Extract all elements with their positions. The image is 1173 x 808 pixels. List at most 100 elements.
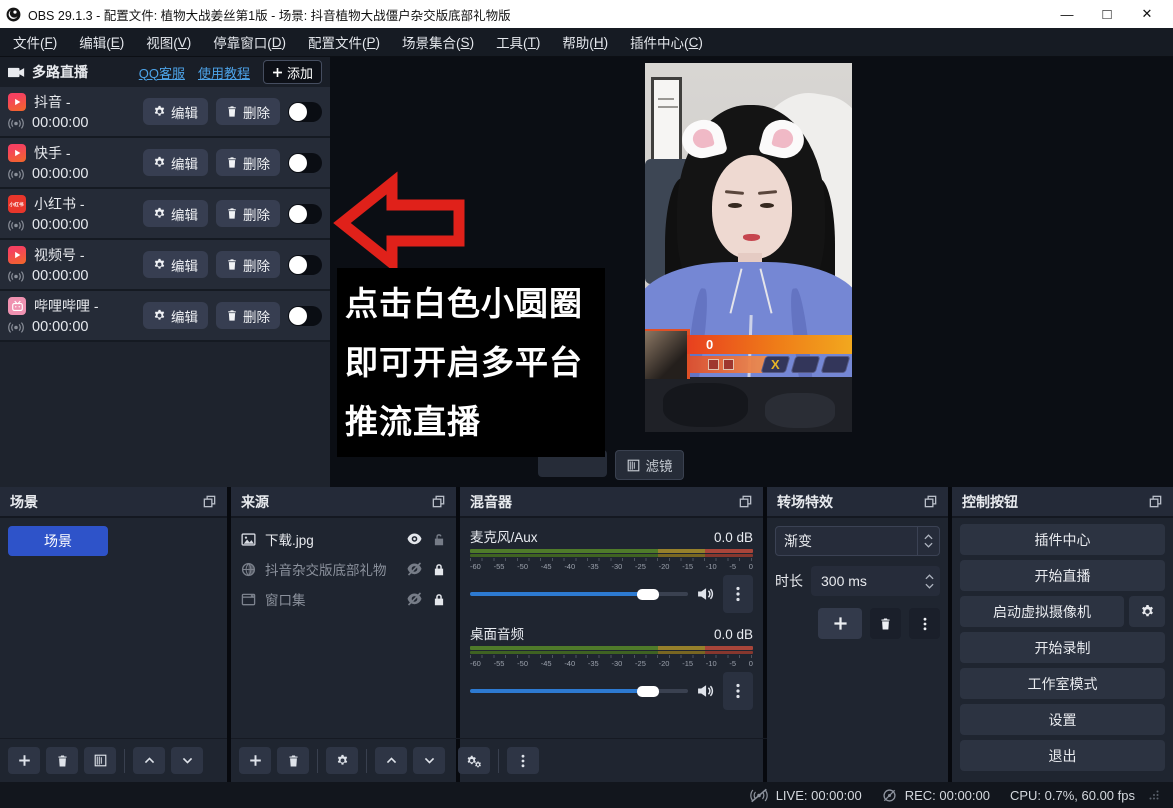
menu-help[interactable]: 帮助(H) xyxy=(551,28,619,56)
move-source-down-button[interactable] xyxy=(413,747,445,774)
speaker-icon[interactable] xyxy=(696,683,715,699)
meter-tick-label: 0 xyxy=(749,562,753,571)
duration-spinbox[interactable]: 300 ms xyxy=(811,566,940,596)
menu-tools[interactable]: 工具(T) xyxy=(485,28,551,56)
qq-service-link[interactable]: QQ客服 xyxy=(139,63,185,82)
stream-enable-toggle[interactable] xyxy=(288,204,322,224)
source-name: 窗口集 xyxy=(265,589,397,609)
cpu-fps-status: CPU: 0.7%, 60.00 fps xyxy=(1010,788,1135,803)
move-source-up-button[interactable] xyxy=(375,747,407,774)
move-scene-up-button[interactable] xyxy=(133,747,165,774)
stream-enable-toggle[interactable] xyxy=(288,255,322,275)
add-source-button[interactable] xyxy=(239,747,271,774)
menu-plugin-center[interactable]: 插件中心(C) xyxy=(619,28,714,56)
spinbox-arrows[interactable] xyxy=(925,574,938,589)
maximize-button[interactable]: □ xyxy=(1087,0,1127,28)
eye-slash-icon[interactable] xyxy=(406,562,423,576)
remove-source-button[interactable] xyxy=(277,747,309,774)
exit-button[interactable]: 退出 xyxy=(960,740,1165,771)
remove-transition-button[interactable] xyxy=(870,608,901,639)
delete-platform-button[interactable]: 删除 xyxy=(216,98,280,125)
delete-platform-button[interactable]: 删除 xyxy=(216,302,280,329)
source-row-browser[interactable]: 抖音杂交版底部礼物 xyxy=(231,554,456,584)
eye-icon[interactable] xyxy=(406,532,423,546)
broadcast-icon xyxy=(8,219,24,232)
edit-platform-button[interactable]: 编辑 xyxy=(143,200,208,227)
tutorial-link[interactable]: 使用教程 xyxy=(198,63,250,82)
edit-platform-button[interactable]: 编辑 xyxy=(143,302,208,329)
menu-docks[interactable]: 停靠窗口(D) xyxy=(202,28,297,56)
source-row-window-capture[interactable]: 窗口集 xyxy=(231,584,456,614)
edit-platform-button[interactable]: 编辑 xyxy=(143,149,208,176)
toggle-knob xyxy=(289,154,307,172)
meter-tick-label: -40 xyxy=(564,562,575,571)
popout-icon[interactable] xyxy=(431,494,446,509)
edit-platform-button[interactable]: 编辑 xyxy=(143,98,208,125)
remove-scene-button[interactable] xyxy=(46,747,78,774)
transition-options-button[interactable] xyxy=(909,608,940,639)
meter-tick-label: -50 xyxy=(517,659,528,668)
move-scene-down-button[interactable] xyxy=(171,747,203,774)
plugin-center-button[interactable]: 插件中心 xyxy=(960,524,1165,555)
add-scene-button[interactable] xyxy=(8,747,40,774)
mixer-options-button[interactable] xyxy=(507,747,539,774)
select-spinner[interactable] xyxy=(917,527,939,555)
volume-slider[interactable] xyxy=(470,689,688,693)
popout-icon[interactable] xyxy=(738,494,753,509)
start-virtual-camera-button[interactable]: 启动虚拟摄像机 xyxy=(960,596,1124,627)
volume-slider-handle[interactable] xyxy=(637,686,659,697)
lock-closed-icon[interactable] xyxy=(432,592,446,607)
source-row-image[interactable]: 下载.jpg xyxy=(231,524,456,554)
filters-button[interactable]: 滤镜 xyxy=(615,450,684,480)
start-recording-button[interactable]: 开始录制 xyxy=(960,632,1165,663)
transition-select[interactable]: 渐变 xyxy=(775,526,940,556)
delete-platform-button[interactable]: 删除 xyxy=(216,149,280,176)
scene-filters-button[interactable] xyxy=(84,747,116,774)
menu-edit[interactable]: 编辑(E) xyxy=(68,28,135,56)
volume-slider-handle[interactable] xyxy=(637,589,659,600)
stream-enable-toggle[interactable] xyxy=(288,306,322,326)
meter-scale: -60-55-50-45-40-35-30-25-20-15-10-50 xyxy=(470,659,753,668)
settings-button[interactable]: 设置 xyxy=(960,704,1165,735)
studio-mode-button[interactable]: 工作室模式 xyxy=(960,668,1165,699)
stream-enable-toggle[interactable] xyxy=(288,153,322,173)
stream-enable-toggle[interactable] xyxy=(288,102,322,122)
virtual-camera-settings-button[interactable] xyxy=(1129,596,1165,627)
channel-name: 桌面音频 xyxy=(470,623,524,643)
menu-file[interactable]: 文件(F) xyxy=(2,28,68,56)
close-button[interactable]: ✕ xyxy=(1127,0,1167,28)
advanced-audio-button[interactable] xyxy=(458,747,490,774)
start-streaming-button[interactable]: 开始直播 xyxy=(960,560,1165,591)
scene-list-item-selected[interactable]: 场景 xyxy=(8,526,108,556)
speaker-icon[interactable] xyxy=(696,586,715,602)
channel-options-button[interactable] xyxy=(723,575,753,613)
menubar: 文件(F) 编辑(E) 视图(V) 停靠窗口(D) 配置文件(P) 场景集合(S… xyxy=(0,28,1173,57)
volume-meter xyxy=(470,646,753,650)
add-platform-button[interactable]: 添加 xyxy=(263,60,322,84)
meter-tick-label: -35 xyxy=(588,659,599,668)
delete-platform-button[interactable]: 删除 xyxy=(216,200,280,227)
menu-view[interactable]: 视图(V) xyxy=(135,28,202,56)
delete-platform-button[interactable]: 删除 xyxy=(216,251,280,278)
meter-tick-label: -60 xyxy=(470,659,481,668)
minimize-button[interactable]: — xyxy=(1047,0,1087,28)
lock-closed-icon[interactable] xyxy=(432,562,446,577)
eye-slash-icon[interactable] xyxy=(406,592,423,606)
popout-icon[interactable] xyxy=(1148,494,1163,509)
menu-scene-collection[interactable]: 场景集合(S) xyxy=(391,28,485,56)
platform-row-kuaishou: 快手 - 00:00:00 编辑 删除 xyxy=(0,138,330,189)
resize-grip-icon[interactable] xyxy=(1149,790,1159,800)
popout-icon[interactable] xyxy=(923,494,938,509)
edit-platform-button[interactable]: 编辑 xyxy=(143,251,208,278)
toolbar-divider xyxy=(317,749,318,773)
add-transition-button[interactable] xyxy=(818,608,862,639)
popout-icon[interactable] xyxy=(202,494,217,509)
browser-source-icon xyxy=(241,562,256,577)
volume-slider[interactable] xyxy=(470,592,688,596)
trash-icon xyxy=(879,617,892,631)
source-properties-button[interactable] xyxy=(326,747,358,774)
lock-open-icon[interactable] xyxy=(432,532,446,547)
menu-profile[interactable]: 配置文件(P) xyxy=(297,28,391,56)
scenes-panel: 场景 场景 xyxy=(0,487,227,782)
channel-options-button[interactable] xyxy=(723,672,753,710)
